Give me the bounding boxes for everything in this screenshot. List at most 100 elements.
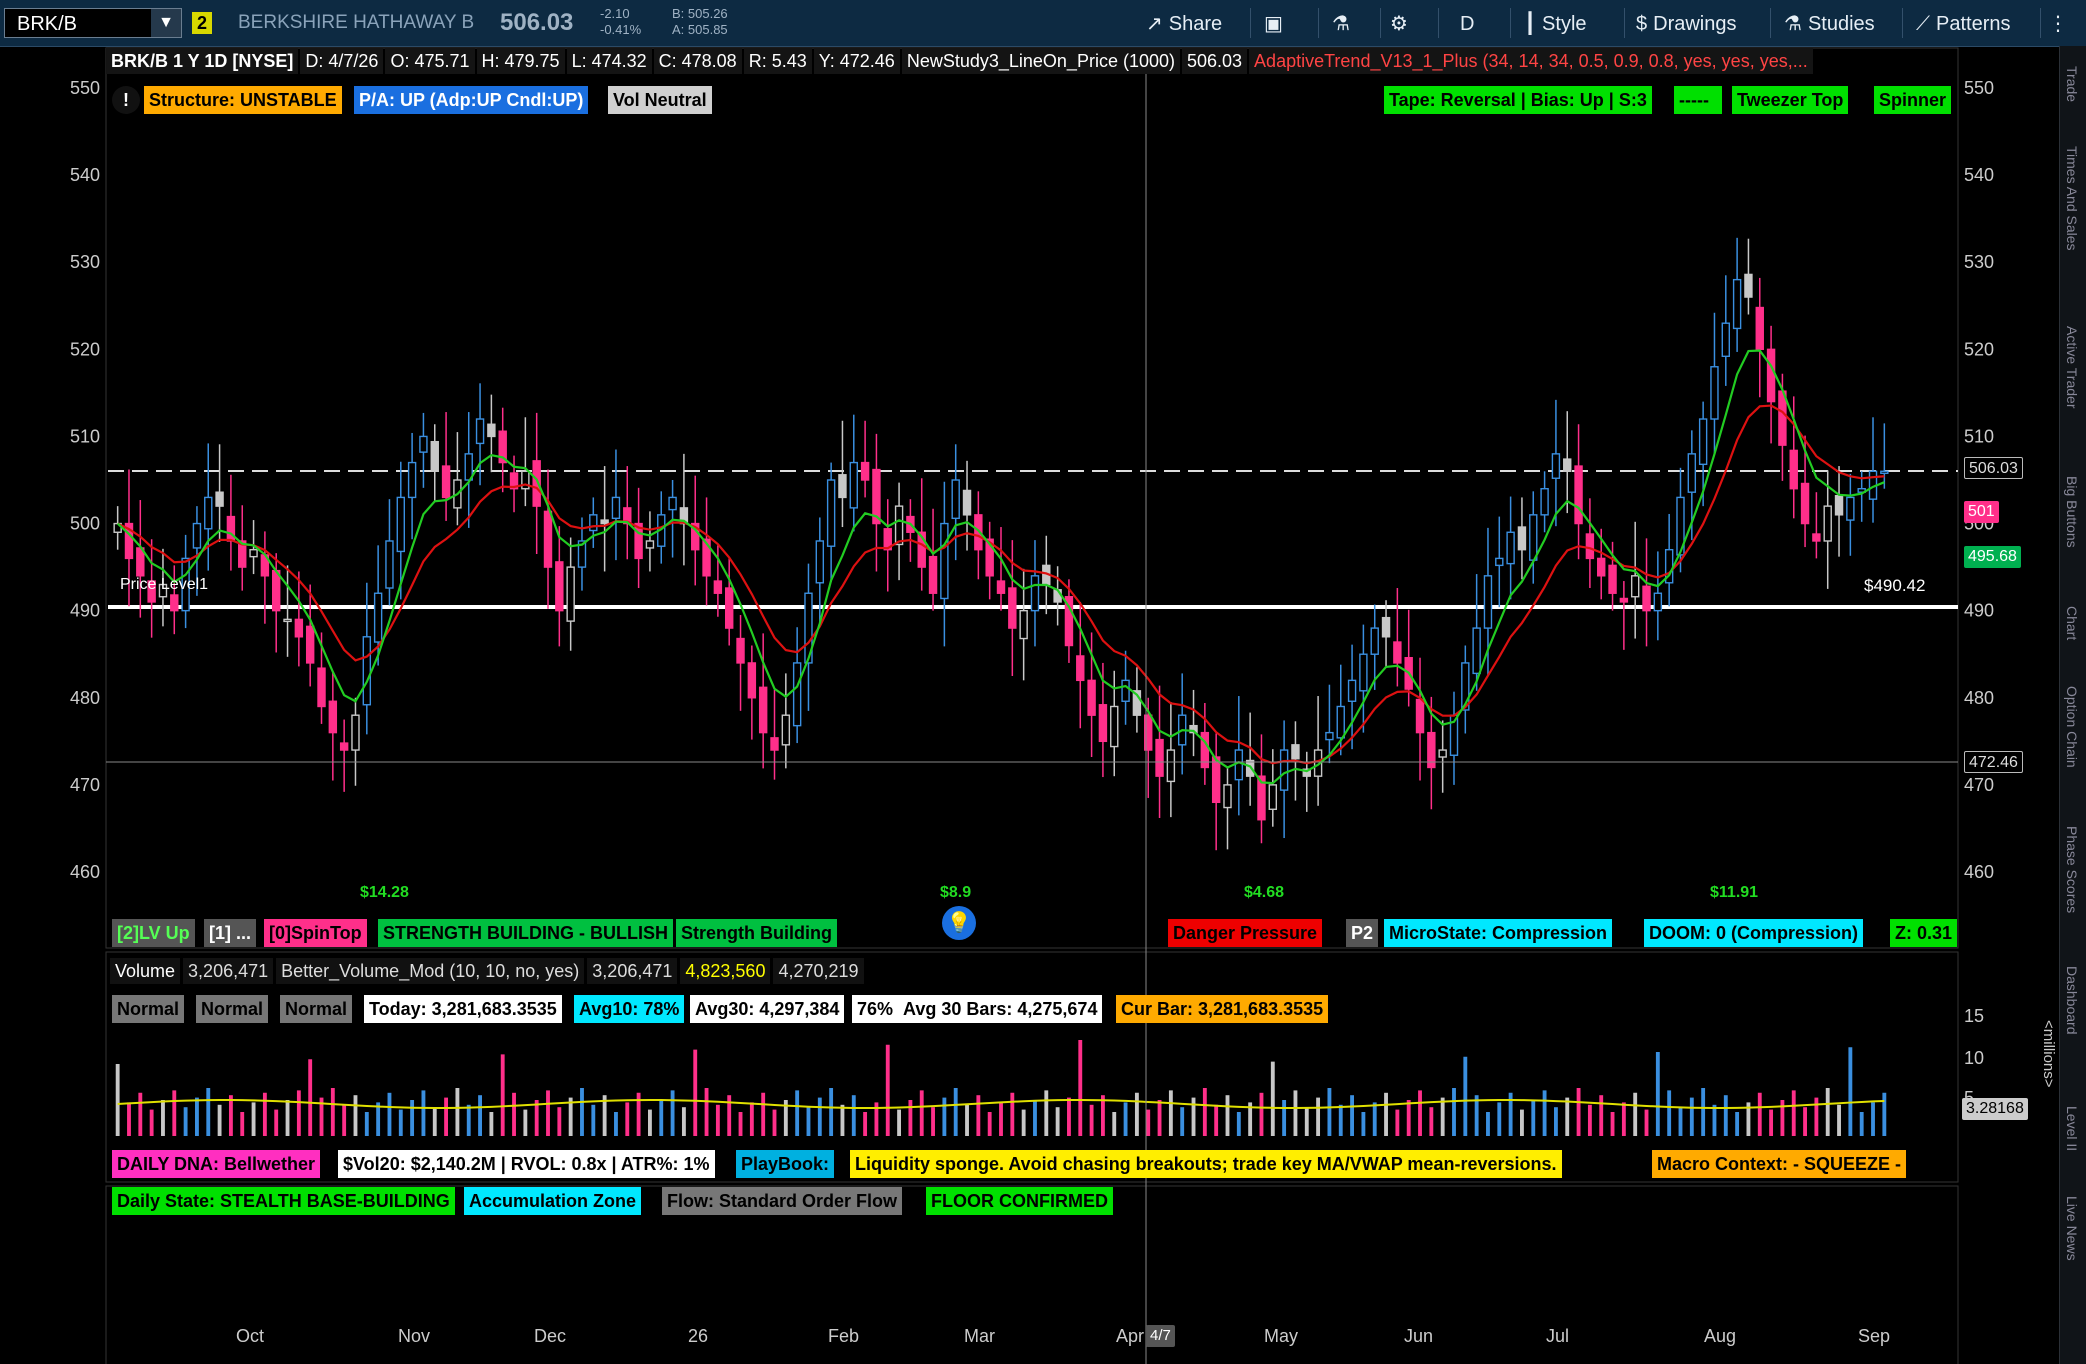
month-apr: Apr <box>1116 1326 1145 1346</box>
patterns-button[interactable]: ⟋ Patterns <box>1916 0 2010 46</box>
candle-body <box>1778 390 1787 446</box>
candle-body <box>1789 449 1798 490</box>
candle-body <box>1529 514 1538 561</box>
month-aug: Aug <box>1704 1326 1737 1346</box>
volume-title: Volume <box>110 958 181 984</box>
settings-button[interactable]: ⚙ <box>1390 0 1414 46</box>
change-percent: -0.41% <box>600 22 642 37</box>
snapshot-button[interactable]: ▣ <box>1264 0 1289 46</box>
candle-body <box>1234 749 1244 781</box>
candle-body <box>589 514 598 532</box>
price-tick-right: 550 <box>1964 78 1994 98</box>
dash-label: ----- <box>1674 86 1722 114</box>
tab-times-and-sales[interactable]: Times And Sales <box>2064 146 2080 251</box>
candle-body <box>849 461 858 509</box>
separator <box>1510 8 1511 38</box>
drawings-label: Drawings <box>1653 13 1737 35</box>
better-volume-value: 3,206,471 <box>587 958 678 984</box>
danger-pressure-label: Danger Pressure <box>1168 919 1323 947</box>
tab-live-news[interactable]: Live News <box>2064 1196 2080 1261</box>
candle-body <box>1381 616 1391 638</box>
studies-button[interactable]: ⚗ Studies <box>1784 0 1875 46</box>
tab-level-ii[interactable]: Level II <box>2064 1106 2080 1151</box>
candle-body <box>385 540 394 589</box>
candle-body <box>747 662 757 699</box>
mid-price-badge: 501 <box>1964 501 1999 523</box>
price-tick-left: 490 <box>70 601 100 621</box>
month-oct: Oct <box>236 1326 265 1346</box>
candle-body <box>1880 470 1889 474</box>
candle-body <box>600 519 609 525</box>
normal-label-1: Normal <box>112 995 185 1023</box>
separator <box>1624 8 1625 38</box>
candle-body <box>215 491 224 507</box>
study3-label: NewStudy3_LineOn_Price (1000) <box>901 48 1180 74</box>
candle-body <box>758 686 768 734</box>
tab-trade[interactable]: Trade <box>2064 66 2080 102</box>
candle-body <box>328 700 338 734</box>
volume-badge: 3.28168 <box>1962 1098 2028 1120</box>
candle-body <box>1087 679 1096 716</box>
price-level-value: $490.42 <box>1864 576 1926 595</box>
vol20-label: $Vol20: $2,140.2M | RVOL: 0.8x | ATR%: 1… <box>338 1150 715 1178</box>
tab-option-chain[interactable]: Option Chain <box>2064 686 2080 768</box>
lightbulb-icon[interactable]: 💡 <box>942 906 976 940</box>
candle-body <box>1030 575 1040 612</box>
candle-body <box>1495 557 1504 567</box>
candle-body <box>792 662 802 727</box>
tab-active-trader[interactable]: Active Trader <box>2064 326 2080 408</box>
more-button[interactable]: ⋮ <box>2048 0 2068 46</box>
month-feb: Feb <box>828 1326 860 1346</box>
candle-body <box>305 625 315 664</box>
candle-body <box>249 548 258 558</box>
macro-context-label: Macro Context: - SQUEEZE - <box>1652 1150 1907 1178</box>
candle-body <box>860 461 870 481</box>
drawings-button[interactable]: $ Drawings <box>1636 0 1736 46</box>
normal-label-2: Normal <box>196 995 269 1023</box>
tab-phase-scores[interactable]: Phase Scores <box>2064 826 2080 913</box>
candle-body <box>1551 453 1561 479</box>
support-price-badge: 495.68 <box>1964 546 2021 568</box>
lab-button[interactable]: ⚗ <box>1332 0 1356 46</box>
candle-body <box>1325 731 1334 741</box>
candle-body <box>1721 322 1731 358</box>
dividend-1: $14.28 <box>360 884 409 901</box>
price-tick-right: 460 <box>1964 862 1994 882</box>
header-open: O: 475.71 <box>385 48 475 74</box>
candle-body <box>1336 705 1345 739</box>
avg30-label: Avg30: 4,297,384 <box>690 995 845 1023</box>
tape-label: Tape: Reversal | Bias: Up | S:3 <box>1384 86 1652 114</box>
style-button[interactable]: ┃ Style <box>1524 0 1587 46</box>
vol-tick-10: 10 <box>1964 1048 1985 1068</box>
microstate-label: MicroState: Compression <box>1384 919 1613 947</box>
alert-icon[interactable]: ! <box>112 86 140 114</box>
share-button[interactable]: ↗ Share <box>1146 0 1222 46</box>
link-group-badge[interactable]: 2 <box>192 12 212 34</box>
flask-icon: ⚗ <box>1784 13 1802 35</box>
period-button[interactable]: D <box>1460 0 1474 46</box>
candle-body <box>396 496 405 553</box>
pct-label: 76% <box>852 995 899 1023</box>
price-tick-left: 480 <box>70 688 100 708</box>
candle-body <box>192 522 202 549</box>
header-date: D: 4/7/26 <box>300 48 384 74</box>
candle-body <box>611 496 621 520</box>
crosshair-date-badge: 4/7 <box>1146 1325 1175 1347</box>
candle-body <box>1370 627 1379 655</box>
dollar-icon: $ <box>1636 13 1648 35</box>
chevron-down-icon[interactable]: ▼ <box>151 9 181 37</box>
tab-chart[interactable]: Chart <box>2064 606 2080 640</box>
symbol-selector[interactable]: BRK/B ▼ <box>4 8 182 38</box>
candle-body <box>736 637 745 664</box>
candle-body <box>1121 679 1130 702</box>
study3-value: 506.03 <box>1181 48 1248 74</box>
candle-body <box>838 474 847 499</box>
tab-dashboard[interactable]: Dashboard <box>2064 966 2080 1035</box>
candle-body <box>1755 306 1764 351</box>
candle-body <box>339 742 349 751</box>
candle-body <box>1166 749 1176 783</box>
price-tick-left: 550 <box>70 78 100 98</box>
candle-body <box>1076 655 1085 682</box>
tab-big-buttons[interactable]: Big Buttons <box>2064 476 2080 548</box>
candles-icon: ┃ <box>1524 13 1537 35</box>
